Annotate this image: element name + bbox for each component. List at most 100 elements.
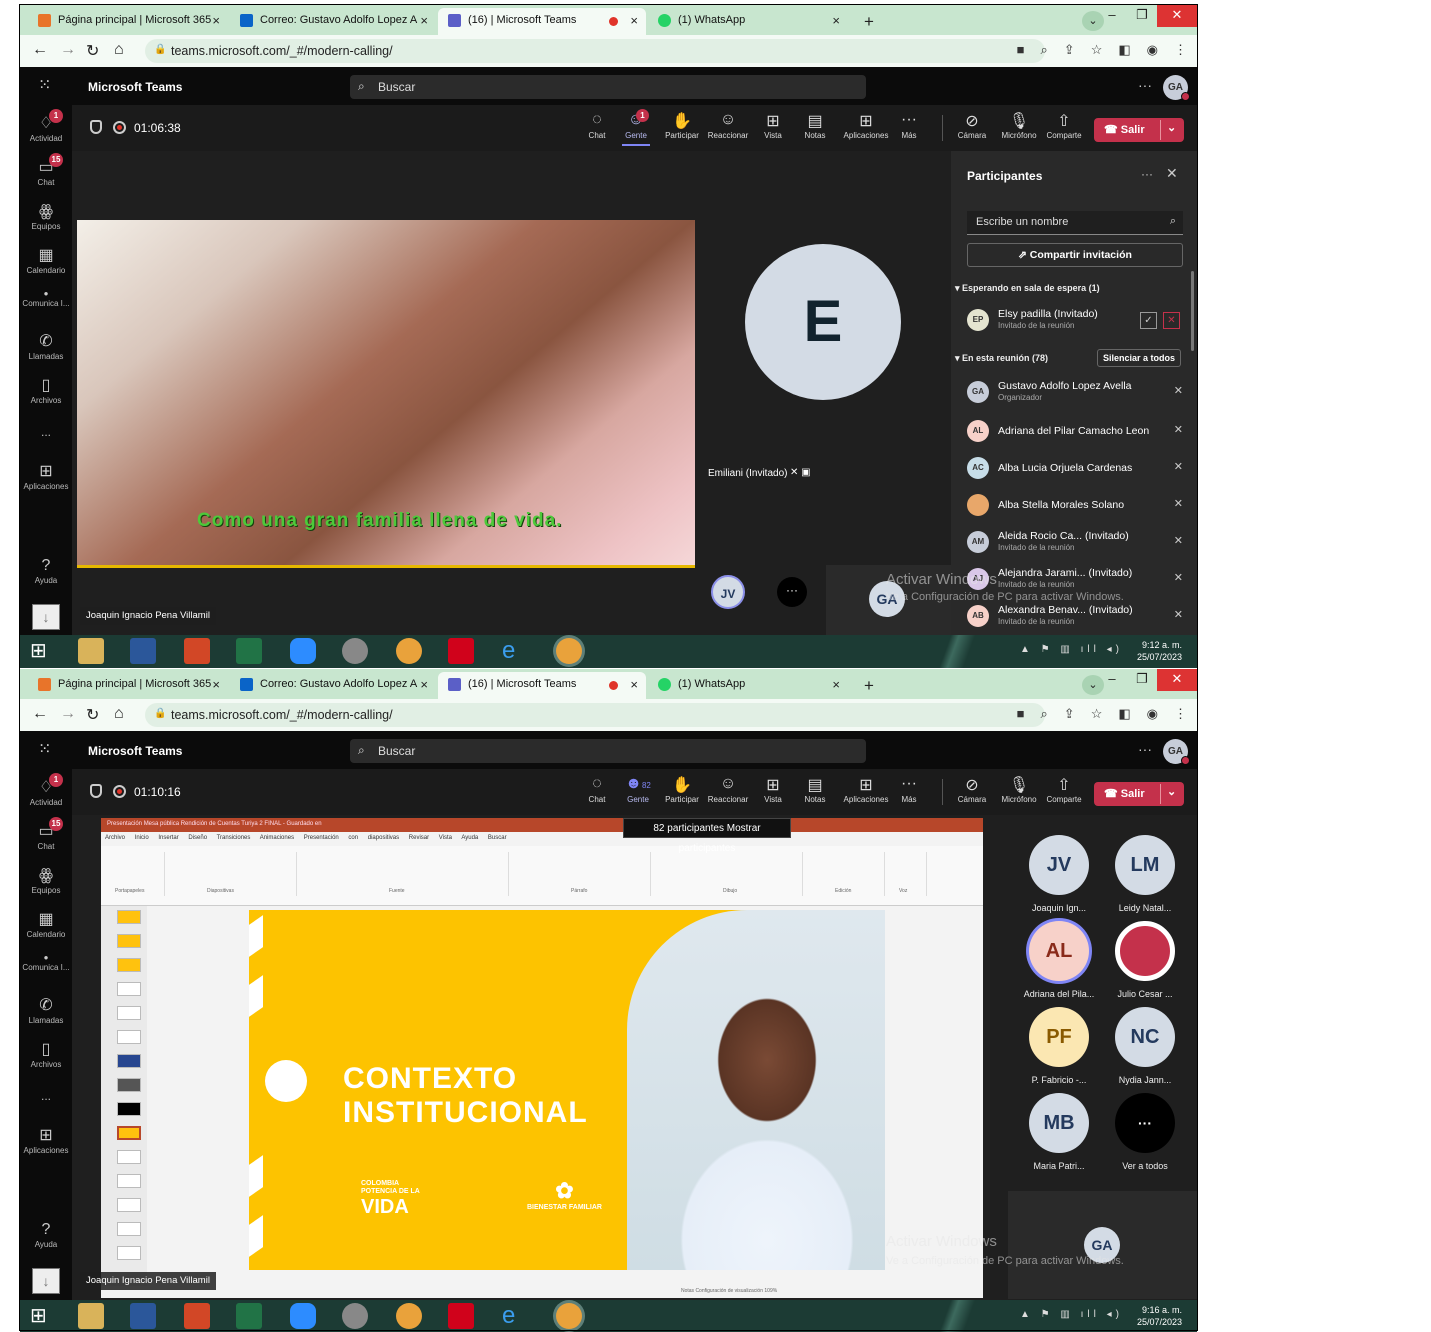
kebab-menu-icon[interactable]: ⋮ [1174, 706, 1187, 722]
slide-thumb[interactable] [117, 1150, 141, 1164]
close-window-icon[interactable]: ✕ [1157, 669, 1197, 691]
participant-row[interactable]: AB Alexandra Benav... (Invitado) Invitado … [967, 599, 1187, 633]
minimize-icon[interactable]: – [1097, 5, 1127, 27]
reload-icon[interactable]: ↻ [86, 41, 99, 61]
reload-icon[interactable]: ↻ [86, 705, 99, 725]
more-participants-icon[interactable]: ··· [777, 577, 807, 607]
gallery-tile[interactable]: AL Adriana del Pila... [1016, 921, 1102, 999]
windows-start-icon[interactable]: ⊞ [30, 1303, 56, 1329]
participant-avatar-jv[interactable]: JV [711, 575, 745, 609]
slide-thumb[interactable] [117, 1222, 141, 1236]
close-window-icon[interactable]: ✕ [1157, 5, 1197, 27]
rail-calls[interactable]: ✆ Llamadas [20, 995, 72, 1025]
close-icon[interactable]: × [212, 13, 220, 28]
slide-thumb[interactable] [117, 1054, 141, 1068]
chrome-icon[interactable] [396, 1303, 422, 1329]
file-explorer-icon[interactable] [78, 1303, 104, 1329]
file-explorer-icon[interactable] [78, 638, 104, 664]
system-clock[interactable]: 9:12 a. m. 25/07/2023 [1137, 639, 1182, 663]
rail-help[interactable]: ? Ayuda [20, 557, 72, 585]
panel-scrollbar[interactable] [1191, 271, 1194, 351]
close-icon[interactable]: × [832, 13, 840, 28]
more-options-icon[interactable]: ··· [1141, 167, 1153, 181]
snipping-tool-icon[interactable] [342, 638, 368, 664]
browser-tab-teams[interactable]: (16) | Microsoft Teams × [438, 672, 646, 699]
sidepanel-icon[interactable]: ◧ [1118, 706, 1130, 722]
close-icon[interactable]: × [212, 677, 220, 692]
browser-tab-outlook[interactable]: Correo: Gustavo Adolfo Lopez A × [230, 8, 436, 35]
browser-tab-m365[interactable]: Página principal | Microsoft 365 × [28, 8, 228, 35]
snipping-tool-icon[interactable] [342, 1303, 368, 1329]
bookmark-star-icon[interactable]: ☆ [1091, 706, 1103, 722]
admit-check-icon[interactable]: ✓ [1140, 312, 1157, 329]
mute-all-button[interactable]: Silenciar a todos [1097, 349, 1181, 367]
zoom-icon[interactable]: ⌕ [1041, 706, 1048, 722]
word-icon[interactable] [130, 638, 156, 664]
more-button[interactable]: ··· Más [898, 775, 920, 804]
slide-thumb[interactable] [117, 934, 141, 948]
chrome-active-icon[interactable] [556, 1303, 582, 1329]
rail-files[interactable]: ▯ Archivos [20, 1039, 72, 1069]
rail-comunica[interactable]: ● Comunica I... [20, 953, 72, 972]
more-options-icon[interactable]: ··· [1138, 77, 1152, 93]
browser-tab-outlook[interactable]: Correo: Gustavo Adolfo Lopez A × [230, 672, 436, 699]
deny-x-icon[interactable]: ✕ [1163, 312, 1180, 329]
rail-teams[interactable]: ꙮ Equipos [20, 865, 72, 895]
view-button[interactable]: ⊞ Vista [758, 775, 788, 804]
rail-files[interactable]: ▯ Archivos [20, 375, 72, 405]
slide-thumb[interactable] [117, 958, 141, 972]
more-options-icon[interactable]: ··· [1138, 741, 1152, 757]
people-button[interactable]: ☺ 1 Gente [620, 109, 652, 146]
chat-button[interactable]: ◌ Chat [582, 775, 612, 804]
slide-thumb[interactable] [117, 1006, 141, 1020]
sidepanel-icon[interactable]: ◧ [1118, 42, 1130, 58]
back-icon[interactable]: ← [32, 41, 48, 59]
word-icon[interactable] [130, 1303, 156, 1329]
participant-row[interactable]: Alba Stella Morales Solano ✕ [967, 488, 1187, 522]
gallery-tile[interactable]: LM Leidy Natal... [1102, 835, 1188, 913]
user-avatar[interactable]: GA [1163, 739, 1190, 765]
mic-button[interactable]: 🎙 Micrófono [996, 111, 1042, 140]
rail-activity[interactable]: ♢ 1 Actividad [20, 109, 72, 143]
leave-button[interactable]: ☎ Salir ⌄ [1094, 782, 1184, 806]
slide-thumb[interactable] [117, 1102, 141, 1116]
people-button[interactable]: ☻82 Gente [620, 775, 656, 804]
powerpoint-icon[interactable] [184, 638, 210, 664]
zoom-app-icon[interactable] [290, 638, 316, 664]
chevron-down-icon[interactable]: ⌄ [1167, 785, 1176, 798]
chevron-down-icon[interactable]: ⌄ [1167, 121, 1176, 134]
slide-thumb[interactable] [117, 982, 141, 996]
browser-tab-whatsapp[interactable]: (1) WhatsApp × [648, 672, 848, 699]
excel-icon[interactable] [236, 638, 262, 664]
edge-icon[interactable]: e [502, 1303, 528, 1329]
share-button[interactable]: ⇧ Comparte [1044, 111, 1084, 140]
app-launcher-icon[interactable]: ⁙ [38, 75, 51, 95]
participant-row[interactable]: AM Aleida Rocio Ca... (Invitado) Invitado … [967, 525, 1187, 559]
windows-start-icon[interactable]: ⊞ [30, 638, 56, 664]
more-button[interactable]: ··· Más [898, 111, 920, 140]
gallery-tile[interactable]: JV Joaquin Ign... [1016, 835, 1102, 913]
powerpoint-icon[interactable] [184, 1303, 210, 1329]
close-icon[interactable]: × [832, 677, 840, 692]
camera-indicator-icon[interactable]: ■ [1017, 42, 1025, 58]
zoom-app-icon[interactable] [290, 1303, 316, 1329]
rail-calls[interactable]: ✆ Llamadas [20, 331, 72, 361]
browser-tab-whatsapp[interactable]: (1) WhatsApp × [648, 8, 848, 35]
slide-thumb[interactable] [117, 1030, 141, 1044]
gallery-tile[interactable]: MB Maria Patri... [1016, 1093, 1102, 1171]
acrobat-icon[interactable] [448, 1303, 474, 1329]
gallery-tile[interactable]: Julio Cesar ... [1102, 921, 1188, 999]
new-tab-button[interactable]: + [864, 676, 874, 696]
share-button[interactable]: ⇧ Comparte [1044, 775, 1084, 804]
rail-comunica[interactable]: ● Comunica I... [20, 289, 72, 308]
maximize-icon[interactable]: ❐ [1127, 669, 1157, 691]
system-clock[interactable]: 9:16 a. m. 25/07/2023 [1137, 1304, 1182, 1328]
notes-button[interactable]: ▤ Notas [800, 775, 830, 804]
chrome-icon[interactable] [396, 638, 422, 664]
apps-button[interactable]: ⊞ Aplicaciones [840, 775, 892, 804]
lobby-header[interactable]: ▾ Esperando en sala de espera (1) [955, 283, 1100, 294]
share-page-icon[interactable]: ⇪ [1064, 42, 1075, 58]
slide-thumb[interactable] [117, 1078, 141, 1092]
system-tray-icons[interactable]: ▲ ⚑ ▥ ıll ◂) [1020, 644, 1123, 655]
rail-chat[interactable]: ▭ 15 Chat [20, 817, 72, 851]
